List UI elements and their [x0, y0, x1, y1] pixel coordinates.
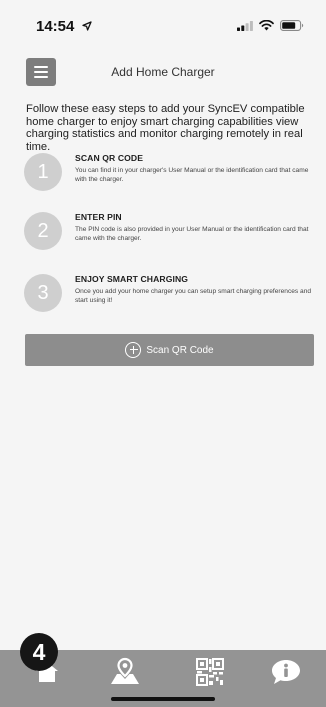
status-bar: 14:54 — [0, 0, 326, 50]
location-arrow-icon — [81, 21, 92, 31]
qr-code-icon — [196, 658, 224, 686]
step-number-circle: 3 — [24, 274, 62, 312]
tab-info[interactable] — [266, 654, 306, 690]
step-description: Once you add your home charger you can s… — [75, 288, 312, 304]
tab-qr-scanner[interactable] — [190, 654, 230, 690]
scan-button-label: Scan QR Code — [146, 344, 214, 356]
page-title: Add Home Charger — [111, 65, 215, 79]
intro-text: Follow these easy steps to add your Sync… — [26, 103, 305, 153]
info-icon — [272, 660, 300, 684]
wifi-icon — [259, 20, 274, 31]
status-time-text: 14:54 — [36, 18, 75, 35]
home-indicator — [111, 697, 215, 701]
map-pin-icon — [111, 657, 139, 684]
battery-icon — [280, 20, 304, 31]
cellular-signal-icon — [237, 20, 253, 31]
scan-qr-code-button[interactable]: Scan QR Code — [25, 334, 314, 366]
step-number-circle: 1 — [24, 153, 62, 191]
status-time: 14:54 — [36, 18, 92, 35]
step-enter-pin: 2 ENTER PIN The PIN code is also provide… — [24, 212, 316, 252]
step-number-circle: 2 — [24, 212, 62, 250]
step-description: You can find it in your charger's User M… — [75, 167, 309, 183]
step-enjoy-smart-charging: 3 ENJOY SMART CHARGING Once you add your… — [24, 274, 316, 314]
step-title: ENJOY SMART CHARGING — [75, 274, 189, 284]
step-scan-qr-code: 1 SCAN QR CODE You can find it in your c… — [24, 153, 316, 193]
status-icons — [237, 20, 304, 31]
step-description: The PIN code is also provided in your Us… — [75, 226, 309, 242]
step-title: ENTER PIN — [75, 212, 122, 222]
step-title: SCAN QR CODE — [75, 153, 144, 163]
tab-map[interactable] — [105, 654, 145, 690]
header: Add Home Charger — [0, 58, 326, 88]
plus-circle-icon — [125, 342, 142, 358]
step-badge: 4 — [20, 633, 58, 671]
